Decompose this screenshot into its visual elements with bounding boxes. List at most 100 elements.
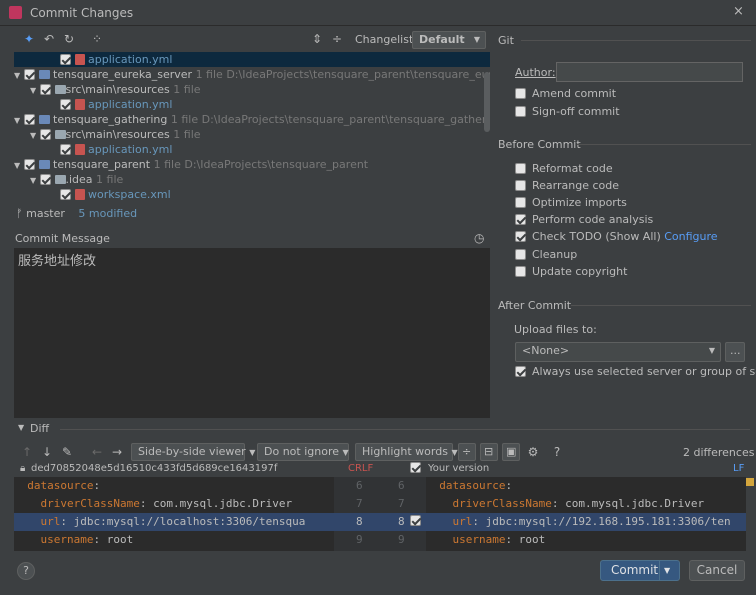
chevron-down-icon: ▼	[342, 448, 349, 457]
checkbox[interactable]	[40, 84, 51, 95]
changelist-value: Default	[419, 33, 465, 46]
chevron-down-icon[interactable]: ▼	[14, 68, 24, 83]
edit-icon[interactable]: ✎	[60, 445, 74, 459]
tree-row-folder[interactable]: ▼ .idea 1 file	[14, 172, 490, 187]
tree-row-file[interactable]: application.yml	[14, 142, 490, 157]
checkbox[interactable]	[515, 88, 526, 99]
highlight-select[interactable]: Highlight words ▼	[355, 443, 458, 461]
rearrange-option[interactable]: Rearrange code	[515, 179, 619, 192]
chevron-down-icon[interactable]: ▼	[664, 561, 670, 580]
checkbox[interactable]	[60, 144, 71, 155]
expand-icon[interactable]: ✦	[22, 32, 36, 46]
chevron-down-icon[interactable]: ▼	[30, 173, 40, 188]
checkbox[interactable]	[515, 197, 526, 208]
checkbox[interactable]	[60, 99, 71, 110]
checkbox[interactable]	[515, 366, 526, 377]
forward-icon[interactable]: →	[110, 445, 124, 459]
configure-link[interactable]: Configure	[664, 230, 717, 243]
settings-icon[interactable]: ⚙	[526, 445, 540, 459]
commit-message-input[interactable]: 服务地址修改	[14, 248, 490, 418]
tree-row-module[interactable]: ▼ tensquare_gathering 1 file D:\IdeaProj…	[14, 112, 490, 127]
expand-all-icon[interactable]: ⇕	[310, 32, 324, 46]
checkbox[interactable]	[515, 214, 526, 225]
before-commit-title: Before Commit	[498, 138, 581, 151]
divider	[577, 144, 751, 145]
todo-option[interactable]: Check TODO (Show All) Configure	[515, 230, 718, 243]
amend-label: Amend commit	[532, 87, 617, 100]
checkbox[interactable]	[40, 174, 51, 185]
refresh-icon[interactable]: ↻	[62, 32, 76, 46]
tree-scrollbar[interactable]	[484, 72, 490, 132]
help-icon[interactable]: ?	[550, 445, 564, 459]
collapse-all-icon[interactable]: ÷	[330, 32, 344, 46]
tree-row-file[interactable]: workspace.xml	[14, 187, 490, 202]
always-use-option[interactable]: Always use selected server or group of s…	[515, 365, 756, 378]
chevron-down-icon[interactable]: ▼	[30, 83, 40, 98]
checkbox[interactable]	[515, 266, 526, 277]
history-icon[interactable]: ◷	[474, 231, 484, 245]
browse-button[interactable]: ...	[725, 342, 745, 362]
checkbox[interactable]	[24, 69, 35, 80]
cleanup-option[interactable]: Cleanup	[515, 248, 577, 261]
next-diff-icon[interactable]: ↓	[40, 445, 54, 459]
lock-icon[interactable]: ▣	[502, 443, 520, 461]
copyright-option[interactable]: Update copyright	[515, 265, 627, 278]
changelist-select[interactable]: Default ▼	[412, 31, 486, 49]
author-input[interactable]	[556, 62, 743, 82]
checkbox[interactable]	[515, 163, 526, 174]
commit-button[interactable]: Commit ▼	[600, 560, 680, 581]
branch-status: ᚠ master 5 modified	[16, 207, 137, 220]
chevron-down-icon[interactable]: ▼	[14, 113, 24, 128]
folder-icon	[54, 85, 66, 94]
upload-select[interactable]: <None> ▼	[515, 342, 721, 362]
chevron-down-icon[interactable]: ▼	[18, 423, 24, 432]
app-icon	[9, 6, 22, 19]
tree-row-module[interactable]: ▼ tensquare_parent 1 file D:\IdeaProject…	[14, 157, 490, 172]
close-icon[interactable]: ×	[733, 4, 744, 19]
upload-value: <None>	[522, 344, 570, 357]
prev-diff-icon[interactable]: ↑	[20, 445, 34, 459]
checkbox[interactable]	[410, 462, 421, 474]
checkbox[interactable]	[60, 54, 71, 65]
group-by-icon[interactable]: ⁘	[90, 32, 104, 46]
checkbox[interactable]	[24, 114, 35, 125]
rearrange-label: Rearrange code	[532, 179, 619, 192]
chevron-down-icon[interactable]: ▼	[14, 158, 24, 173]
tree-row-file[interactable]: application.yml	[14, 52, 490, 67]
right-code-pane[interactable]: datasource: driverClassName: com.mysql.j…	[426, 477, 746, 551]
tree-row-folder[interactable]: ▼ src\main\resources 1 file	[14, 127, 490, 142]
checkbox[interactable]	[60, 189, 71, 200]
left-code-pane[interactable]: ✓ datasource: driverClassName: com.mysql…	[14, 477, 334, 551]
line-number: 9	[356, 533, 363, 546]
amend-option[interactable]: Amend commit	[515, 87, 616, 100]
checkbox[interactable]	[40, 129, 51, 140]
optimize-option[interactable]: Optimize imports	[515, 196, 627, 209]
chevron-down-icon[interactable]: ▼	[30, 128, 40, 143]
module-icon	[38, 160, 50, 169]
reformat-option[interactable]: Reformat code	[515, 162, 613, 175]
checkbox[interactable]	[515, 249, 526, 260]
rollback-icon[interactable]: ↶	[42, 32, 56, 46]
checkbox[interactable]	[24, 159, 35, 170]
checkbox[interactable]	[515, 180, 526, 191]
help-button[interactable]: ?	[17, 562, 35, 580]
collapse-icon[interactable]: ⊟	[480, 443, 498, 461]
diff-titles: 🔒︎ ded70852048e5d16510c433fd5d689ce16431…	[0, 462, 756, 477]
cancel-button[interactable]: Cancel	[689, 560, 745, 581]
checkbox[interactable]	[515, 231, 526, 242]
ignore-select[interactable]: Do not ignore ▼	[257, 443, 349, 461]
modified-count[interactable]: 5 modified	[78, 207, 137, 220]
diff-header[interactable]: ▼ Diff	[0, 420, 756, 440]
back-icon[interactable]: ←	[90, 445, 104, 459]
analysis-option[interactable]: Perform code analysis	[515, 213, 653, 226]
tree-row-folder[interactable]: ▼ src\main\resources 1 file	[14, 82, 490, 97]
tree-row-file[interactable]: application.yml	[14, 97, 490, 112]
signoff-option[interactable]: Sign-off commit	[515, 105, 620, 118]
file-count: 1 file	[195, 68, 223, 81]
checkbox[interactable]	[410, 515, 421, 526]
upload-label: Upload files to:	[514, 323, 597, 336]
viewer-select[interactable]: Side-by-side viewer ▼	[131, 443, 255, 461]
sync-scroll-icon[interactable]: ÷	[458, 443, 476, 461]
tree-row-module[interactable]: ▼ tensquare_eureka_server 1 file D:\Idea…	[14, 67, 490, 82]
checkbox[interactable]	[515, 106, 526, 117]
